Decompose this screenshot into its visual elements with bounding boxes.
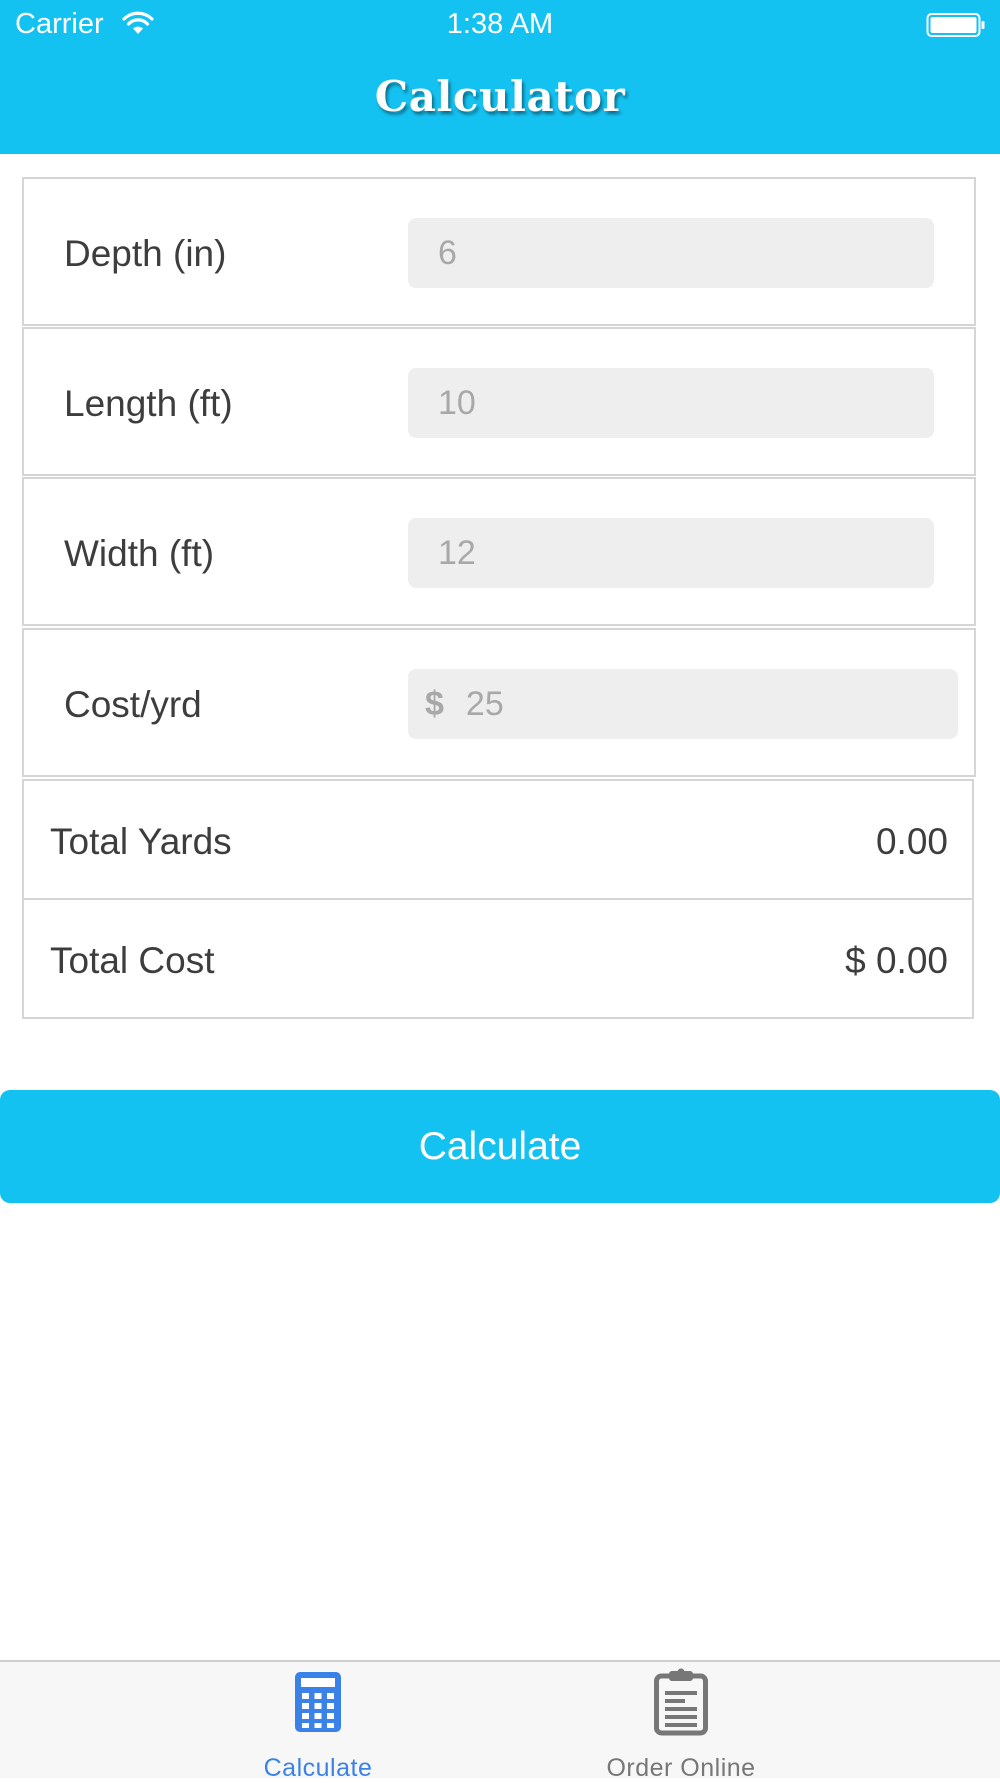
depth-label: Depth (in) (64, 233, 227, 274)
length-row: Length (ft) 10 (22, 327, 976, 476)
total-yards-row: Total Yards 0.00 (22, 779, 974, 900)
app-header: Carrier 1:38 AM Calculator (0, 0, 1000, 154)
total-cost-label: Total Cost (50, 940, 215, 981)
total-cost-row: Total Cost $ 0.00 (22, 898, 974, 1019)
total-yards-value: 0.00 (875, 821, 948, 862)
calculate-button[interactable]: Calculate (0, 1090, 1000, 1203)
width-input[interactable]: 12 (408, 518, 934, 588)
length-input[interactable]: 10 (408, 368, 934, 438)
total-cost-value: $ 0.00 (845, 940, 948, 981)
tab-order-online[interactable]: Order Online (531, 1662, 831, 1782)
cost-label: Cost/yrd (64, 684, 202, 725)
length-label: Length (ft) (64, 383, 233, 424)
clipboard-icon (654, 1668, 708, 1736)
cost-row: Cost/yrd $25 (22, 628, 976, 777)
status-time: 1:38 AM (446, 8, 554, 40)
tab-bar: Calculate Order Online (0, 1660, 1000, 1782)
length-placeholder: 10 (438, 384, 476, 422)
page-title: Calculator (374, 72, 626, 121)
status-bar: Carrier 1:38 AM (0, 0, 1000, 50)
width-row: Width (ft) 12 (22, 477, 976, 626)
width-label: Width (ft) (64, 533, 215, 574)
tab-calculate[interactable]: Calculate (168, 1662, 468, 1782)
width-placeholder: 12 (438, 534, 476, 572)
total-yards-label: Total Yards (50, 821, 232, 862)
tab-order-online-label: Order Online (606, 1754, 756, 1782)
depth-row: Depth (in) 6 (22, 177, 976, 326)
cost-placeholder: 25 (465, 685, 504, 723)
dollar-icon: $ (425, 685, 444, 723)
cost-input[interactable]: $25 (408, 669, 958, 739)
battery-icon (926, 13, 985, 37)
tab-calculate-label: Calculate (263, 1754, 373, 1782)
calculator-icon (295, 1672, 341, 1732)
depth-input[interactable]: 6 (408, 218, 934, 288)
depth-placeholder: 6 (438, 234, 457, 272)
